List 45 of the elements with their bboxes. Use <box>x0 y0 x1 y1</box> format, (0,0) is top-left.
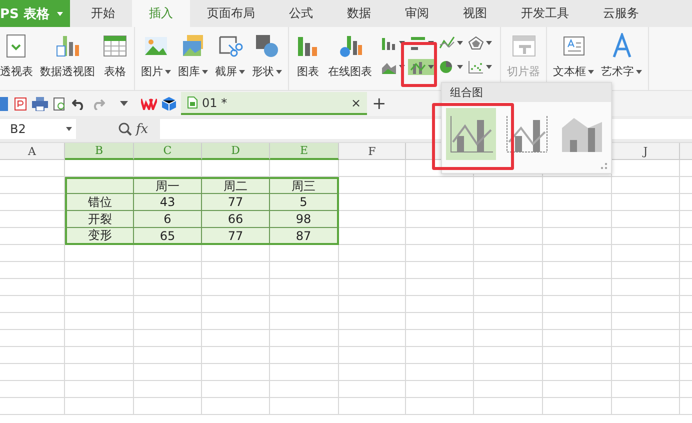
new-tab-button[interactable]: + <box>372 94 386 114</box>
document-tab[interactable]: 01 * × <box>181 92 367 115</box>
table-cell: 开裂 <box>65 211 134 228</box>
ribbon-button[interactable]: 图库 <box>178 64 208 79</box>
function-button[interactable]: fx <box>136 122 148 136</box>
table-cell: 周一 <box>134 177 202 194</box>
table-cell: 错位 <box>65 194 134 211</box>
ribbon-button[interactable]: 文本框 <box>553 64 594 79</box>
column-header[interactable]: A <box>0 143 65 160</box>
table-cell: 77 <box>202 194 270 211</box>
table-cell: 6 <box>134 211 202 228</box>
ribbon-button[interactable]: 透视表 <box>0 64 33 79</box>
ribbon-button[interactable]: 在线图表 <box>328 64 372 79</box>
ribbon-tab[interactable]: 云服务 <box>586 0 656 27</box>
column-header[interactable]: J <box>612 143 680 160</box>
name-box[interactable]: B2 <box>0 119 76 139</box>
table-cell: 变形 <box>65 228 134 245</box>
column-header[interactable]: F <box>339 143 406 160</box>
ribbon-tab[interactable]: 视图 <box>446 0 504 27</box>
table-cell: 43 <box>134 194 202 211</box>
ribbon-tab[interactable]: 插入 <box>132 0 190 27</box>
table-cell: 77 <box>202 228 270 245</box>
ribbon-tab[interactable]: 开发工具 <box>504 0 586 27</box>
ribbon-tab[interactable]: 数据 <box>330 0 388 27</box>
ribbon-tab[interactable]: 公式 <box>272 0 330 27</box>
ribbon-tab[interactable]: 审阅 <box>388 0 446 27</box>
table-cell: 66 <box>202 211 270 228</box>
ribbon-button[interactable]: 图片 <box>141 64 171 79</box>
table-cell: 65 <box>134 228 202 245</box>
ribbon-button[interactable]: 图表 <box>297 64 319 79</box>
ribbon-button[interactable]: 艺术字 <box>601 64 642 79</box>
ribbon-tab[interactable]: 开始 <box>74 0 132 27</box>
ribbon-button[interactable]: 表格 <box>104 64 126 79</box>
table-cell: 5 <box>270 194 339 211</box>
menu-title: 组合图 <box>442 83 611 102</box>
table-cell: 周三 <box>270 177 339 194</box>
close-tab-button[interactable]: × <box>350 96 361 110</box>
ribbon-tab[interactable]: 页面布局 <box>190 0 272 27</box>
ribbon-button[interactable]: 截屏 <box>215 64 245 79</box>
ribbon-button[interactable]: 数据透视图 <box>40 64 95 79</box>
table-cell: 周二 <box>202 177 270 194</box>
table-cell: 98 <box>270 211 339 228</box>
ribbon-button[interactable]: 形状 <box>252 64 282 79</box>
table-cell: 87 <box>270 228 339 245</box>
document-title: 01 * <box>202 96 228 110</box>
